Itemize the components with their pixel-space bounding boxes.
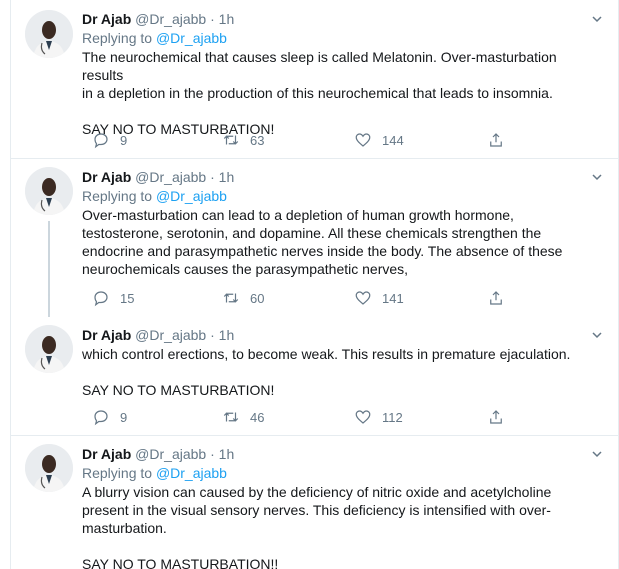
tweet-text: Over-masturbation can lead to a depletio… <box>82 207 563 277</box>
retweet-button[interactable]: 46 <box>222 407 264 427</box>
like-button[interactable]: 112 <box>354 407 403 427</box>
reply-count: 15 <box>120 290 135 306</box>
tweet-actions: 9 63 144 <box>82 130 512 150</box>
retweet-button[interactable]: 63 <box>222 130 264 150</box>
replying-to: Replying to @Dr_ajabb <box>82 29 594 48</box>
tweet-header: Dr Ajab @Dr_ajabb · 1h <box>82 445 594 464</box>
reply-button[interactable]: 9 <box>92 130 127 150</box>
replying-to-label: Replying to <box>82 188 153 204</box>
like-button[interactable]: 144 <box>354 130 404 150</box>
separator-dot: · <box>210 169 215 185</box>
timestamp[interactable]: 1h <box>219 11 235 27</box>
heart-icon <box>355 410 371 424</box>
separator-dot: · <box>210 446 215 462</box>
tweet-header: Dr Ajab @Dr_ajabb · 1h <box>82 326 594 345</box>
reply-count: 9 <box>120 409 128 425</box>
tweet[interactable]: Dr Ajab @Dr_ajabb · 1h Replying to @Dr_a… <box>11 0 618 158</box>
avatar[interactable] <box>25 325 73 373</box>
share-icon <box>490 410 502 424</box>
tweet-actions: 15 60 141 <box>82 288 512 308</box>
retweet-icon <box>223 293 239 303</box>
replying-to: Replying to @Dr_ajabb <box>82 187 594 206</box>
reply-button[interactable]: 15 <box>92 288 134 308</box>
avatar[interactable] <box>25 10 73 58</box>
reply-icon <box>94 133 108 149</box>
chevron-down-icon[interactable] <box>590 12 604 26</box>
heart-icon <box>355 291 371 305</box>
reply-icon <box>94 291 108 307</box>
chevron-down-icon[interactable] <box>590 447 604 461</box>
tweet[interactable]: Dr Ajab @Dr_ajabb · 1h Replying to @Dr_a… <box>11 436 618 569</box>
retweet-icon <box>223 412 239 422</box>
like-count: 112 <box>382 409 403 425</box>
tweet-text: which control erections, to become weak.… <box>82 346 571 398</box>
display-name[interactable]: Dr Ajab <box>82 11 131 27</box>
tweet[interactable]: Dr Ajab @Dr_ajabb · 1h Replying to @Dr_a… <box>11 159 618 317</box>
reply-button[interactable]: 9 <box>92 407 127 427</box>
share-button[interactable] <box>487 407 505 427</box>
tweet-text: A blurry vision can caused by the defici… <box>82 484 552 569</box>
display-name[interactable]: Dr Ajab <box>82 327 131 343</box>
user-handle[interactable]: @Dr_ajabb <box>135 327 206 343</box>
mention-link[interactable]: @Dr_ajabb <box>156 30 227 46</box>
mention-link[interactable]: @Dr_ajabb <box>156 188 227 204</box>
tweet-header: Dr Ajab @Dr_ajabb · 1h <box>82 10 594 29</box>
chevron-down-icon[interactable] <box>590 328 604 342</box>
like-count: 144 <box>382 132 404 148</box>
share-icon <box>490 133 502 147</box>
timestamp[interactable]: 1h <box>219 169 235 185</box>
tweet[interactable]: Dr Ajab @Dr_ajabb · 1h which control ere… <box>11 317 618 435</box>
retweet-count: 60 <box>250 290 265 306</box>
like-count: 141 <box>382 290 404 306</box>
thread-line <box>48 221 50 317</box>
share-button[interactable] <box>487 288 505 308</box>
tweet-header: Dr Ajab @Dr_ajabb · 1h <box>82 168 594 187</box>
replying-to: Replying to @Dr_ajabb <box>82 464 594 483</box>
avatar[interactable] <box>25 167 73 215</box>
timeline: Dr Ajab @Dr_ajabb · 1h Replying to @Dr_a… <box>10 0 619 569</box>
retweet-count: 63 <box>250 132 265 148</box>
retweet-button[interactable]: 60 <box>222 288 264 308</box>
retweet-count: 46 <box>250 409 265 425</box>
heart-icon <box>355 133 371 147</box>
tweet-text: The neurochemical that causes sleep is c… <box>82 49 557 137</box>
replying-to-label: Replying to <box>82 465 153 481</box>
timestamp[interactable]: 1h <box>219 446 235 462</box>
avatar[interactable] <box>25 444 73 492</box>
separator-dot: · <box>210 11 215 27</box>
mention-link[interactable]: @Dr_ajabb <box>156 465 227 481</box>
like-button[interactable]: 141 <box>354 288 404 308</box>
user-handle[interactable]: @Dr_ajabb <box>135 169 206 185</box>
retweet-icon <box>223 135 239 145</box>
share-icon <box>490 291 502 305</box>
share-button[interactable] <box>487 130 505 150</box>
chevron-down-icon[interactable] <box>590 170 604 184</box>
user-handle[interactable]: @Dr_ajabb <box>135 11 206 27</box>
reply-count: 9 <box>120 132 128 148</box>
tweet-actions: 9 46 112 <box>82 407 512 427</box>
timestamp[interactable]: 1h <box>219 327 235 343</box>
display-name[interactable]: Dr Ajab <box>82 446 131 462</box>
user-handle[interactable]: @Dr_ajabb <box>135 446 206 462</box>
replying-to-label: Replying to <box>82 30 153 46</box>
separator-dot: · <box>210 327 215 343</box>
display-name[interactable]: Dr Ajab <box>82 169 131 185</box>
reply-icon <box>94 410 108 426</box>
